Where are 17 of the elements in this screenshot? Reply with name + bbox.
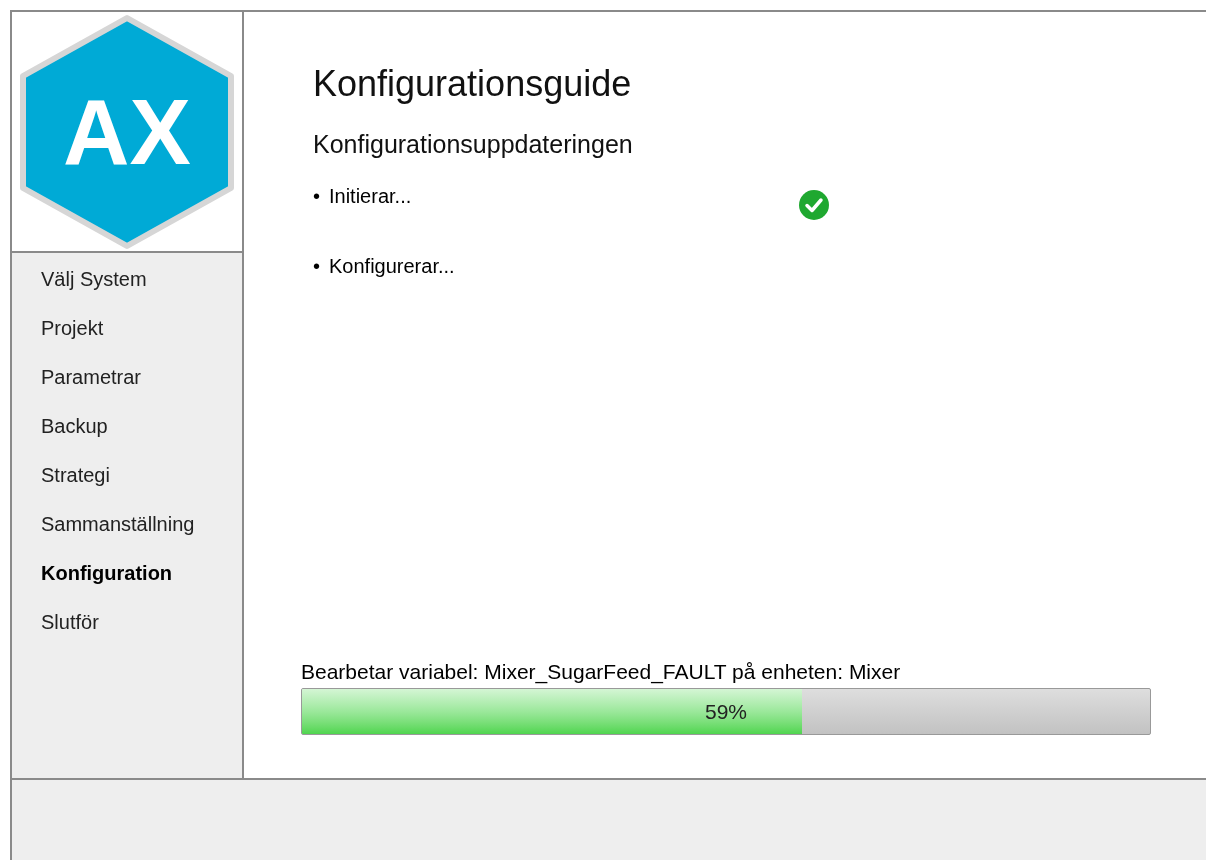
sidebar-item[interactable]: Projekt [41,315,104,341]
step-bullet: • [313,254,321,279]
page-title: Konfigurationsguide [312,62,632,106]
step-label: Konfigurerar... [329,254,456,279]
sidebar-item[interactable]: Sammanställning [41,511,195,537]
sidebar-item[interactable]: Slutför [41,609,99,635]
status-text: Bearbetar variabel: Mixer_SugarFeed_FAULT på enheten: Mixer [301,659,901,686]
sidebar-item[interactable]: Backup [41,413,108,439]
sidebar-item[interactable]: Konfiguration [41,560,173,586]
sidebar-item[interactable]: Parametrar [41,364,142,390]
progress-reading: 59% [704,698,748,725]
logo: AX [19,13,235,250]
sidebar-item[interactable]: Välj System [41,266,147,292]
step-bullet: • [313,184,321,209]
sidebar-item[interactable]: Strategi [41,462,110,488]
step-label: Initierar... [329,184,413,209]
section-subtitle: Konfigurationsuppdateringen [312,129,633,160]
